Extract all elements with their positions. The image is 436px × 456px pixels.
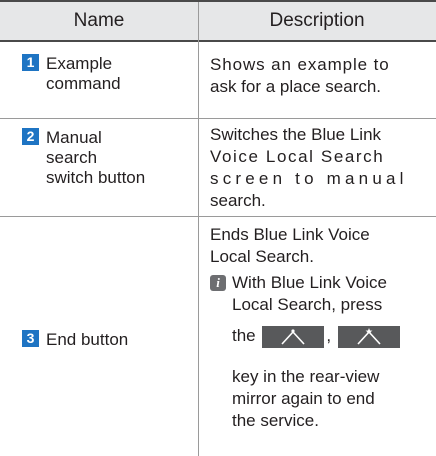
table-row-2-name: 2 Manual search switch button — [22, 128, 145, 188]
info-note-continued: key in the rear-view mirror again to end… — [232, 366, 436, 432]
desc-line: Switches the Blue Link — [210, 125, 382, 144]
desc-line: Ends Blue Link Voice — [210, 225, 370, 244]
desc-line: search. — [210, 191, 266, 210]
voice-end-key-icon — [337, 325, 400, 348]
row-divider — [0, 216, 436, 217]
info-icon: i — [210, 275, 226, 291]
note-line: key in the rear-view — [232, 367, 380, 386]
header-description: Description — [198, 2, 436, 40]
header-name: Name — [0, 2, 198, 40]
desc-line: Shows an example to — [210, 55, 390, 74]
row-divider — [0, 118, 436, 119]
name-line: search — [46, 148, 98, 167]
column-divider — [198, 2, 199, 456]
name-line: switch button — [46, 168, 146, 187]
desc-line: screen to manual — [210, 169, 408, 188]
table-row-2-description: Switches the Blue Link Voice Local Searc… — [210, 124, 436, 212]
row-number-badge: 1 — [22, 54, 39, 71]
header-divider — [0, 40, 436, 42]
table-row-1-description: Shows an example to ask for a place sear… — [210, 54, 436, 98]
desc-line: ask for a place search. — [210, 77, 382, 96]
description-table: Name Description 1 Example command Shows… — [0, 0, 436, 456]
note-text: , — [326, 326, 332, 345]
note-line: Local Search, press — [232, 295, 383, 314]
name-line: command — [46, 74, 121, 93]
info-note: i With Blue Link Voice Local Search, pres… — [210, 272, 436, 316]
key-line: the , — [232, 323, 402, 349]
note-line: the service. — [232, 411, 319, 430]
table-row-3-name: 3 End button — [22, 330, 128, 350]
desc-line: Local Search. — [210, 247, 314, 266]
name-line: Manual — [46, 128, 102, 147]
table-row-1-name: 1 Example command — [22, 54, 121, 94]
note-line: With Blue Link Voice — [232, 273, 387, 292]
note-line: mirror again to end — [232, 389, 375, 408]
desc-line: Voice Local Search — [210, 147, 385, 166]
voice-key-icon — [262, 325, 325, 348]
row-number-badge: 2 — [22, 128, 39, 145]
row-number-badge: 3 — [22, 330, 39, 347]
note-text: the — [232, 326, 256, 345]
table-row-3-description: Ends Blue Link Voice Local Search. — [210, 224, 436, 268]
